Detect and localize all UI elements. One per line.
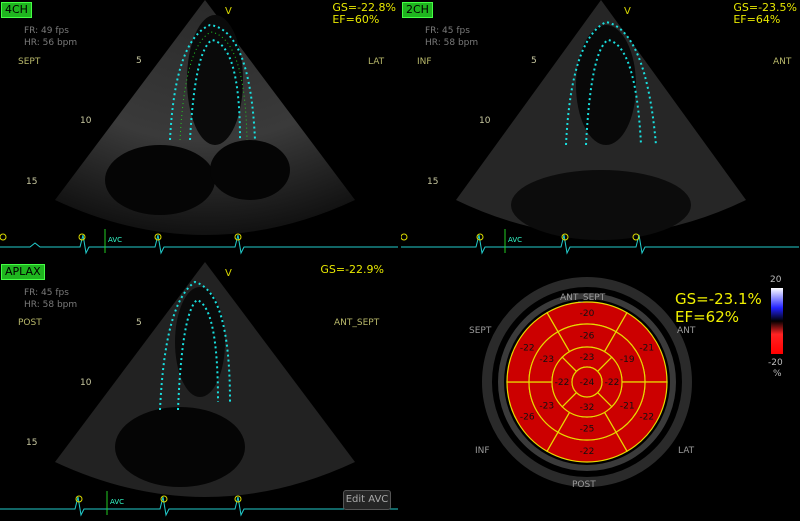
ecg-trace (0, 229, 398, 255)
mid-value-2: -19 (620, 355, 635, 365)
apical-value-4: -22 (555, 378, 570, 388)
mid-value-5: -23 (539, 401, 554, 411)
depth-5: 5 (136, 56, 142, 66)
basal-value-6: -22 (520, 344, 535, 354)
depth-15: 15 (26, 438, 38, 448)
right-wall-label: LAT (368, 57, 385, 67)
basal-value-3: -22 (639, 413, 654, 423)
mid-value-4: -25 (580, 425, 595, 435)
heart-rate: HR: 58 bpm (24, 300, 78, 310)
ef-value: EF=60% (332, 13, 380, 26)
scale-min: -20 (768, 358, 783, 368)
left-wall-label: SEPT (18, 57, 41, 67)
apex-value: -24 (580, 378, 595, 388)
view-tag[interactable]: 4CH (1, 2, 32, 18)
strain-readout: GS=-23.5% EF=64% (733, 2, 797, 26)
view-2ch[interactable]: 2CH FR: 45 fps HR: 58 bpm INF ANT V GS=-… (401, 0, 799, 259)
view-tag[interactable]: APLAX (1, 264, 45, 280)
frame-rate: FR: 49 fps (24, 26, 69, 36)
apical-value-2: -22 (605, 378, 620, 388)
frame-rate: FR: 45 fps (425, 26, 470, 36)
depth-15: 15 (26, 177, 38, 187)
label-sept: SEPT (469, 326, 492, 336)
bullseye-panel: -20 -21 -22 -22 -26 -22 -26 -19 -21 -25 -23 -23 -23-… (400, 262, 800, 521)
frame-rate: FR: 45 fps (24, 288, 69, 298)
apex-marker: V (624, 6, 631, 17)
depth-15: 15 (427, 177, 439, 187)
label-inf: INF (475, 446, 490, 456)
basal-value-1: -20 (580, 309, 595, 319)
depth-10: 10 (479, 116, 491, 126)
strain-readout: GS=-22.9% (320, 264, 384, 276)
mid-value-1: -26 (580, 332, 595, 342)
left-wall-label: INF (417, 57, 432, 67)
scale-max: 20 (770, 275, 782, 285)
ecg-trace (401, 229, 799, 255)
left-wall-label: POST (18, 318, 42, 328)
global-ef: EF=62% (675, 308, 740, 326)
heart-rate: HR: 58 bpm (425, 38, 479, 48)
right-wall-label: ANT_SEPT (334, 318, 380, 328)
apical-value-3: -32 (580, 403, 595, 413)
depth-5: 5 (136, 318, 142, 328)
label-post: POST (572, 480, 596, 490)
label-ant-sept: ANT_SEPT (560, 293, 606, 303)
avc-marker: AVC (108, 236, 123, 244)
view-aplax[interactable]: APLAX FR: 45 fps HR: 58 bpm POST ANT_SEP… (0, 262, 398, 521)
view-tag[interactable]: 2CH (402, 2, 433, 18)
depth-5: 5 (531, 56, 537, 66)
depth-10: 10 (80, 378, 92, 388)
apical-value-1: -23 (580, 353, 595, 363)
avc-marker: AVC (110, 498, 125, 506)
basal-value-2: -21 (639, 344, 654, 354)
avc-marker: AVC (508, 236, 523, 244)
strain-readout: GS=-22.8% EF=60% (332, 2, 396, 26)
right-wall-label: ANT (773, 57, 792, 67)
global-strain: GS=-23.1% (675, 290, 762, 308)
apex-marker: V (225, 268, 232, 279)
basal-value-5: -26 (520, 413, 535, 423)
color-scale-bar (771, 288, 783, 354)
gs-value: GS=-22.9% (320, 263, 384, 276)
apex-marker: V (225, 6, 232, 17)
edit-avc-button[interactable]: Edit AVC (343, 490, 391, 510)
mid-value-3: -21 (620, 401, 635, 411)
scale-unit: % (773, 369, 782, 379)
label-ant: ANT (677, 326, 696, 336)
basal-value-4: -22 (580, 447, 595, 457)
ecg-trace (0, 491, 398, 517)
heart-rate: HR: 56 bpm (24, 38, 78, 48)
view-4ch[interactable]: 4CH FR: 49 fps HR: 56 bpm SEPT LAT V GS=… (0, 0, 398, 259)
mid-value-6: -23 (539, 355, 554, 365)
depth-10: 10 (80, 116, 92, 126)
label-lat: LAT (678, 446, 695, 456)
ef-value: EF=64% (733, 13, 781, 26)
